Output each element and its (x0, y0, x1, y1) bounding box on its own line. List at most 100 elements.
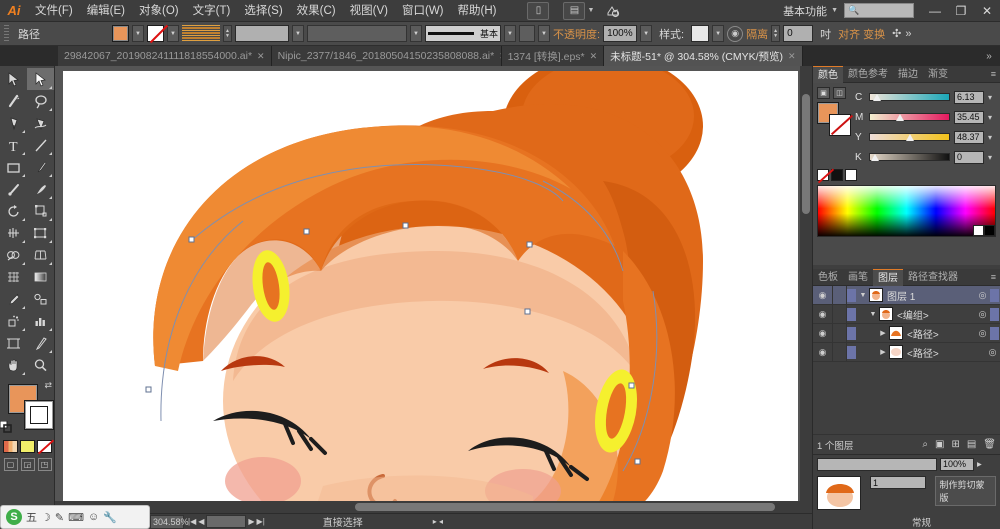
menu-type[interactable]: 文字(T) (186, 0, 238, 22)
graph-flyout-icon[interactable] (49, 328, 52, 331)
panel-tab-gradient[interactable]: 渐变 (923, 66, 953, 83)
type-tool[interactable]: T (0, 134, 27, 156)
menu-file[interactable]: 文件(F) (28, 0, 80, 22)
swap-fill-stroke-icon[interactable]: ⇄ (44, 380, 52, 391)
ime-emoji-icon[interactable]: ☺ (88, 511, 99, 523)
stroke-profile-select[interactable] (307, 25, 407, 42)
scale-flyout-icon[interactable] (49, 218, 52, 221)
layer-expand-icon[interactable]: ▶ (877, 329, 889, 337)
layer-name[interactable]: <路径> (907, 345, 985, 360)
slider-track-c[interactable] (869, 93, 950, 101)
slider-chevron-k-icon[interactable]: ▾ (988, 153, 996, 162)
doc-tab-1-close-icon[interactable]: ✕ (257, 51, 265, 62)
canvas-vertical-scrollbar[interactable] (800, 66, 812, 513)
slice-flyout-icon[interactable] (49, 350, 52, 353)
scale-tool[interactable] (27, 200, 54, 222)
workspace-switcher[interactable]: 基本功能 (779, 3, 831, 19)
color-panel-stroke-swatch[interactable] (829, 114, 851, 136)
ime-moon-icon[interactable]: ☽ (41, 511, 51, 524)
stroke-color-swatch[interactable] (147, 25, 164, 42)
toolbar-stroke-swatch[interactable] (24, 400, 54, 430)
selection-tool[interactable] (0, 68, 27, 90)
free-transform-tool[interactable] (27, 222, 54, 244)
layer-name[interactable]: <编组> (897, 307, 975, 322)
width-tool[interactable] (0, 222, 27, 244)
layer-lock-toggle[interactable] (832, 304, 847, 324)
table-row[interactable]: ◉ ▶ <路径> ◎ (813, 342, 1000, 362)
symbol-thumbnail[interactable] (817, 476, 861, 510)
layer-target-icon[interactable]: ◎ (975, 309, 990, 320)
panel-tab-stroke[interactable]: 描边 (893, 66, 923, 83)
layer-name[interactable]: 图层 1 (887, 288, 975, 303)
search-input[interactable]: 🔍 (844, 3, 914, 18)
free-transform-flyout-icon[interactable] (49, 240, 52, 243)
ime-mode-icon[interactable]: 五 (26, 509, 37, 525)
slider-chevron-c-icon[interactable]: ▾ (988, 93, 996, 102)
fullscreen-menubar-icon[interactable]: ◲ (20, 458, 35, 471)
canvas-horizontal-scroll-thumb[interactable] (355, 503, 775, 511)
ime-tools-icon[interactable]: 🔧 (103, 511, 117, 524)
artboard-tool[interactable] (0, 332, 27, 354)
recolor-artwork-icon[interactable]: ◉ (727, 25, 744, 42)
none-swatch[interactable] (817, 169, 829, 181)
slider-chevron-m-icon[interactable]: ▾ (988, 113, 996, 122)
menu-edit[interactable]: 编辑(E) (80, 0, 132, 22)
layer-target-icon[interactable]: ◎ (975, 290, 990, 301)
hand-tool[interactable] (0, 354, 27, 376)
menu-help[interactable]: 帮助(H) (451, 0, 504, 22)
layer-expand-icon[interactable]: ▶ (877, 348, 889, 356)
layer-lock-toggle[interactable] (832, 342, 847, 362)
new-sublayer-icon[interactable]: ⊞ (951, 439, 959, 450)
graphic-style-swatch[interactable] (691, 25, 710, 42)
panel-tab-swatches[interactable]: 色板 (813, 269, 843, 286)
artboard[interactable] (63, 71, 798, 501)
restore-button[interactable]: ❐ (948, 0, 974, 22)
layer-target-icon[interactable]: ◎ (975, 328, 990, 339)
panel-tab-pathfinder[interactable]: 路径查找器 (903, 269, 963, 286)
width-flyout-icon[interactable] (22, 240, 25, 243)
none-button[interactable] (37, 440, 52, 453)
paintbrush-tool[interactable] (27, 156, 54, 178)
panel-tab-brushes[interactable]: 画笔 (843, 269, 873, 286)
appearance-search-field[interactable] (817, 457, 937, 471)
shape-builder-tool[interactable] (0, 244, 27, 266)
color-button[interactable] (3, 440, 18, 453)
zoom-chevron-icon[interactable]: ▸ (977, 459, 982, 470)
zoom-percent-field[interactable]: 100% (940, 457, 974, 471)
layer-lock-toggle[interactable] (832, 323, 847, 343)
doc-tab-4-close-icon[interactable]: ✕ (788, 51, 796, 62)
line-flyout-icon[interactable] (49, 152, 52, 155)
status-text[interactable]: 直接选择 (323, 514, 363, 529)
opacity-input[interactable]: 100% (603, 25, 638, 42)
blend-tool[interactable] (27, 288, 54, 310)
gradient-button[interactable] (20, 440, 35, 453)
blob-brush-flyout-icon[interactable] (49, 196, 52, 199)
first-artboard-icon[interactable]: |◀ (188, 517, 196, 526)
shape-builder-flyout-icon[interactable] (22, 262, 25, 265)
layer-visibility-icon[interactable]: ◉ (813, 347, 832, 358)
offset-input[interactable]: 0 (783, 25, 814, 42)
color-spectrum-bar[interactable] (817, 185, 996, 237)
stroke-weight-stepper[interactable]: ▲ ▼ (223, 25, 232, 42)
new-layer-icon[interactable]: ▤ (967, 439, 976, 450)
rectangle-tool[interactable] (0, 156, 27, 178)
slider-chevron-y-icon[interactable]: ▾ (988, 133, 996, 142)
shaper-tool[interactable] (0, 178, 27, 200)
table-row[interactable]: ◉ ▼ 图层 1 ◎ (813, 285, 1000, 305)
spectrum-black[interactable] (984, 225, 995, 236)
default-fill-stroke-icon[interactable] (0, 420, 12, 436)
stroke-indicator-icon[interactable]: ◫ (833, 87, 846, 99)
layer-select-chip[interactable] (990, 307, 999, 321)
prev-artboard-icon[interactable]: ◀ (198, 517, 204, 526)
menu-effect[interactable]: 效果(C) (290, 0, 343, 22)
opacity-chevron-icon[interactable]: ▼ (640, 25, 653, 42)
doc-tab-3-close-icon[interactable]: ✕ (590, 51, 598, 62)
next-artboard-icon[interactable]: ▶ (248, 517, 254, 526)
magic-wand-tool[interactable] (0, 90, 27, 112)
menu-view[interactable]: 视图(V) (343, 0, 395, 22)
slider-value-k[interactable]: 0 (954, 150, 984, 164)
rectangle-flyout-icon[interactable] (22, 174, 25, 177)
slider-thumb-k[interactable] (870, 151, 880, 163)
pen-flyout-icon[interactable] (22, 130, 25, 133)
stroke-weight-input[interactable] (235, 25, 289, 42)
